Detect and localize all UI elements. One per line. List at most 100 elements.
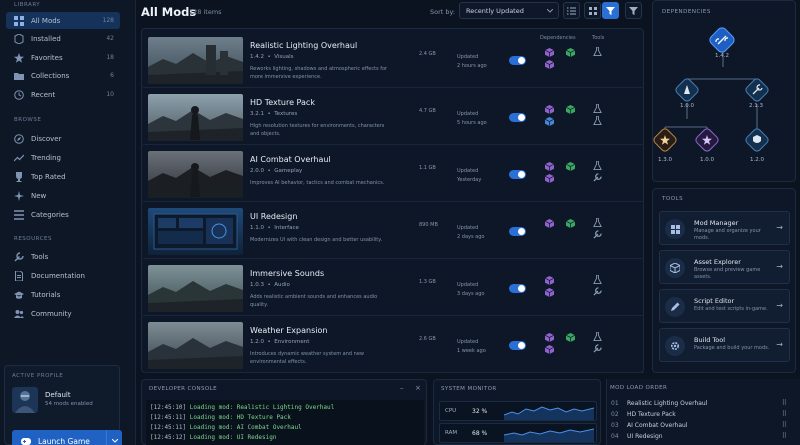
mod-name[interactable]: AI Combat Overhaul (250, 155, 331, 164)
console-log[interactable]: [12:45:10] Loading mod: Realistic Lighti… (146, 400, 424, 445)
mod-thumbnail[interactable] (148, 94, 243, 141)
dependency-cube-icon[interactable] (545, 162, 554, 171)
dependency-cube-icon[interactable] (545, 288, 554, 297)
load-order-item[interactable]: 03 AI Combat Overhaul ⠿ (607, 422, 787, 432)
sidebar-item-categories[interactable]: Categories (6, 206, 120, 223)
sidebar-item-count: 42 (106, 35, 114, 42)
mod-thumbnail[interactable] (148, 208, 243, 255)
sidebar-item-top-rated[interactable]: Top Rated (6, 168, 120, 185)
node-2-1-3[interactable] (744, 77, 769, 102)
minimize-icon[interactable]: – (400, 384, 404, 392)
resources-section-title: RESOURCES (14, 236, 52, 242)
node-version: 1.0.0 (700, 157, 714, 163)
dependency-cube-icon[interactable] (545, 174, 554, 183)
mod-enabled-toggle[interactable] (509, 113, 526, 122)
flask-icon[interactable] (593, 116, 602, 125)
mod-thumbnail[interactable] (148, 151, 243, 198)
sidebar-item-documentation[interactable]: Documentation (6, 267, 120, 284)
mod-thumbnail[interactable] (148, 322, 243, 369)
load-order-item[interactable]: 04 UI Redesign ⠿ (607, 433, 787, 443)
mod-row[interactable]: Immersive Sounds 1.0.3 • Audio Adds real… (143, 260, 644, 316)
dependency-cube-icon[interactable] (545, 48, 554, 57)
flask-icon[interactable] (593, 218, 602, 227)
dependency-cube-icon[interactable] (545, 333, 554, 342)
dependency-cube-icon[interactable] (545, 105, 554, 114)
wrench-icon[interactable] (593, 173, 602, 182)
wrench-icon[interactable] (593, 287, 602, 296)
sort-select[interactable]: Recently Updated (459, 2, 559, 19)
sidebar-item-all-mods[interactable]: All Mods 128 (6, 12, 120, 29)
dependency-cube-icon[interactable] (545, 276, 554, 285)
mod-row[interactable]: Realistic Lighting Overhaul 1.4.2 • Visu… (143, 32, 644, 88)
console-line: [12:45:10] Loading mod: Realistic Lighti… (150, 404, 335, 411)
launch-options-chevron-icon[interactable] (106, 430, 122, 445)
mod-row[interactable]: Weather Expansion 1.2.0 • Environment In… (143, 317, 644, 373)
sidebar-item-collections[interactable]: Collections 6 (6, 67, 120, 84)
active-profile-card[interactable]: ACTIVE PROFILE Default 54 mods enabled L… (4, 365, 122, 445)
load-order-item[interactable]: 02 HD Texture Pack ⠿ (607, 411, 787, 421)
filter-button[interactable] (602, 2, 619, 19)
tool-name: Build Tool (694, 336, 726, 344)
mod-enabled-toggle[interactable] (509, 170, 526, 179)
mod-enabled-toggle[interactable] (509, 341, 526, 350)
mod-name[interactable]: HD Texture Pack (250, 98, 315, 107)
mod-enabled-toggle[interactable] (509, 284, 526, 293)
tool-script-editor[interactable]: Script Editor Edit and test scripts in-g… (659, 289, 790, 323)
node-1-0-0-b[interactable] (694, 127, 719, 152)
advanced-filter-button[interactable] (625, 2, 642, 19)
close-icon[interactable]: × (415, 384, 421, 392)
launch-game-button[interactable]: Launch Game (12, 430, 122, 445)
mod-name[interactable]: Immersive Sounds (250, 269, 324, 278)
dependency-cube-icon[interactable] (566, 333, 575, 342)
root-node[interactable] (708, 26, 736, 54)
dependency-cube-icon[interactable] (566, 162, 575, 171)
mod-version: 1.1.0 • Interface (250, 225, 299, 231)
mod-name[interactable]: UI Redesign (250, 212, 297, 221)
dependency-cube-icon[interactable] (566, 219, 575, 228)
mod-thumbnail[interactable] (148, 37, 243, 84)
mod-row[interactable]: UI Redesign 1.1.0 • Interface Modernizes… (143, 203, 644, 259)
node-1-0-0[interactable] (674, 77, 699, 102)
grid-view-button[interactable] (584, 2, 601, 19)
flask-icon[interactable] (593, 332, 602, 341)
flask-icon[interactable] (593, 161, 602, 170)
sidebar-item-discover[interactable]: Discover (6, 130, 120, 147)
dependency-cube-icon[interactable] (545, 219, 554, 228)
mod-name[interactable]: Weather Expansion (250, 326, 327, 335)
tool-mod-manager[interactable]: Mod Manager Manage and organize your mod… (659, 211, 790, 245)
sidebar-item-tools[interactable]: Tools (6, 248, 120, 265)
flask-icon[interactable] (593, 104, 602, 113)
sidebar-item-favorites[interactable]: Favorites 18 (6, 49, 120, 66)
sidebar-item-tutorials[interactable]: Tutorials (6, 286, 120, 303)
node-1-3-0[interactable] (653, 127, 678, 152)
mod-list: Dependencies Tools Realistic Lighting Ov… (141, 28, 644, 373)
flask-icon[interactable] (593, 47, 602, 56)
dependency-cube-icon[interactable] (566, 48, 575, 57)
mod-enabled-toggle[interactable] (509, 227, 526, 236)
mod-row[interactable]: AI Combat Overhaul 2.0.0 • Gameplay Impr… (143, 146, 644, 202)
sidebar-item-installed[interactable]: Installed 42 (6, 30, 120, 47)
node-1-2-0[interactable] (744, 127, 769, 152)
wrench-icon[interactable] (593, 344, 602, 353)
dependency-cube-icon[interactable] (545, 117, 554, 126)
dependency-cube-icon[interactable] (545, 345, 554, 354)
sidebar-item-community[interactable]: Community (6, 305, 120, 322)
list-view-button[interactable] (563, 2, 580, 19)
tool-asset-explorer[interactable]: Asset Explorer Browse and preview game a… (659, 250, 790, 284)
sidebar-item-new[interactable]: New (6, 187, 120, 204)
sidebar-item-recent[interactable]: Recent 10 (6, 86, 120, 103)
mod-row[interactable]: HD Texture Pack 3.2.1 • Textures High re… (143, 89, 644, 145)
mod-enabled-toggle[interactable] (509, 56, 526, 65)
sidebar-item-label: Trending (31, 153, 61, 162)
mod-thumbnail[interactable] (148, 265, 243, 312)
mod-name[interactable]: Realistic Lighting Overhaul (250, 41, 357, 50)
sidebar-item-trending[interactable]: Trending (6, 149, 120, 166)
sidebar-item-count: 10 (106, 91, 114, 98)
dependency-cube-icon[interactable] (566, 105, 575, 114)
load-order-item[interactable]: 01 Realistic Lighting Overhaul ⠿ (607, 400, 787, 410)
tool-build-tool[interactable]: Build Tool Package and build your mods. … (659, 328, 790, 362)
dependency-cube-icon[interactable] (545, 60, 554, 69)
flask-icon[interactable] (593, 275, 602, 284)
dependency-graph[interactable] (653, 1, 797, 183)
wrench-icon[interactable] (593, 230, 602, 239)
